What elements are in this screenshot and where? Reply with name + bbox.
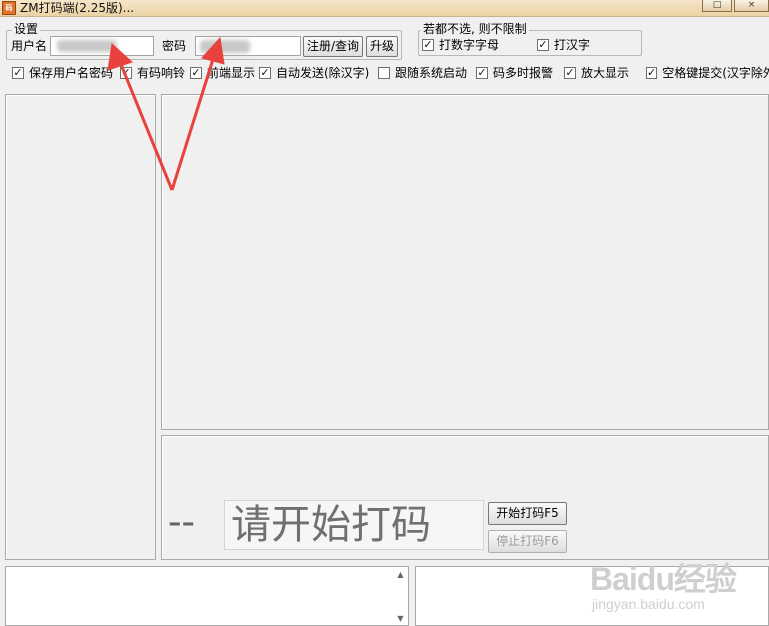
annotation-arrow-line: [118, 61, 174, 191]
annotation-arrow-line: [170, 55, 216, 191]
watermark-url: jingyan.baidu.com: [592, 596, 705, 612]
watermark-logo-text: Baidu经验: [590, 561, 737, 597]
annotation-arrows: [107, 36, 225, 191]
annotation-arrow-head: [107, 43, 133, 71]
annotation-arrow-head: [201, 36, 225, 65]
baidu-watermark: Baidu经验 jingyan.baidu.com: [590, 540, 765, 620]
